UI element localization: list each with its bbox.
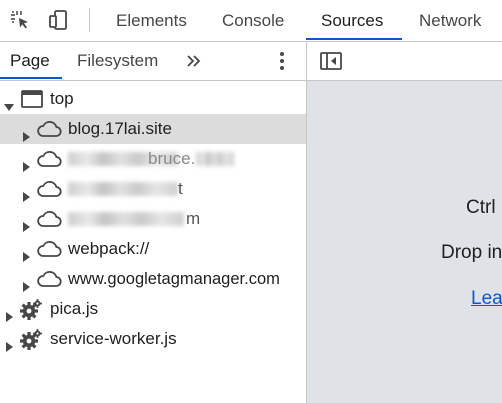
tree-item-label: bruce. <box>148 149 196 168</box>
gear-icon <box>19 328 43 350</box>
collapsed-arrow-icon[interactable] <box>20 273 32 292</box>
tab-console[interactable]: Console <box>222 0 284 40</box>
more-vert-icon[interactable] <box>274 50 290 72</box>
cloud-icon <box>36 178 62 200</box>
tree-item-domain[interactable]: t <box>0 174 306 204</box>
learn-more-link[interactable]: Lea <box>471 288 502 310</box>
tree-item-label: top <box>50 89 74 108</box>
tree-item-label: m <box>186 209 201 228</box>
tree-item-label: www.googletagmanager.com <box>68 270 280 288</box>
tab-elements[interactable]: Elements <box>116 0 187 40</box>
active-subtab-indicator <box>0 77 62 79</box>
tree-item-domain[interactable]: bruce. <box>0 144 306 174</box>
redacted-text <box>196 152 234 166</box>
collapsed-arrow-icon[interactable] <box>3 333 15 352</box>
tree-item-label: service-worker.js <box>50 329 177 348</box>
editor-toolbar <box>307 42 502 81</box>
redacted-text <box>68 212 184 226</box>
tree-item-domain[interactable]: blog.17lai.site <box>0 114 306 144</box>
collapsed-arrow-icon[interactable] <box>3 303 15 322</box>
show-navigator-icon[interactable] <box>319 50 343 72</box>
expanded-arrow-icon[interactable] <box>3 93 15 111</box>
double-chevron-right-icon[interactable] <box>184 51 204 71</box>
drop-folder-hint: Drop in <box>441 242 502 263</box>
navigator-tabs: Page Filesystem <box>0 42 306 81</box>
tree-item-worker[interactable]: pica.js <box>0 294 306 324</box>
tree-item-label: t <box>178 179 183 198</box>
tree-item-label: blog.17lai.site <box>68 119 172 138</box>
frame-icon <box>20 88 44 110</box>
tree-item-label: webpack:// <box>68 239 150 258</box>
cloud-icon <box>36 268 62 290</box>
tree-item-label: pica.js <box>50 299 99 318</box>
collapsed-arrow-icon[interactable] <box>20 243 32 262</box>
editor-pane: Ctrl Drop in Lea <box>307 42 502 403</box>
gear-icon <box>19 298 43 320</box>
collapsed-arrow-icon[interactable] <box>20 213 32 232</box>
cloud-icon <box>36 118 62 140</box>
tab-sources[interactable]: Sources <box>321 0 383 40</box>
cloud-icon <box>36 148 62 170</box>
tree-item-domain[interactable]: m <box>0 204 306 234</box>
cloud-icon <box>36 238 62 260</box>
device-toolbar-icon[interactable] <box>47 8 71 32</box>
devtools-toolbar: Elements Console Sources Network <box>0 0 502 42</box>
active-tab-indicator <box>306 38 402 40</box>
tab-filesystem[interactable]: Filesystem <box>77 42 158 80</box>
tree-item-worker[interactable]: service-worker.js <box>0 324 306 354</box>
redacted-text <box>68 182 178 196</box>
tab-page[interactable]: Page <box>10 42 50 80</box>
tab-network[interactable]: Network <box>419 0 481 40</box>
tree-item-top[interactable]: top <box>0 84 306 114</box>
cloud-icon <box>36 208 62 230</box>
sources-navigator: Page Filesystem top blog.17lai.site bruc… <box>0 42 307 403</box>
collapsed-arrow-icon[interactable] <box>20 183 32 202</box>
toolbar-divider <box>89 8 90 32</box>
tree-item-domain[interactable]: www.googletagmanager.com <box>0 264 306 294</box>
inspect-element-icon[interactable] <box>8 8 32 32</box>
shortcut-hint: Ctrl <box>466 197 496 218</box>
tree-item-domain[interactable]: webpack:// <box>0 234 306 264</box>
collapsed-arrow-icon[interactable] <box>20 153 32 172</box>
collapsed-arrow-icon[interactable] <box>20 123 32 142</box>
